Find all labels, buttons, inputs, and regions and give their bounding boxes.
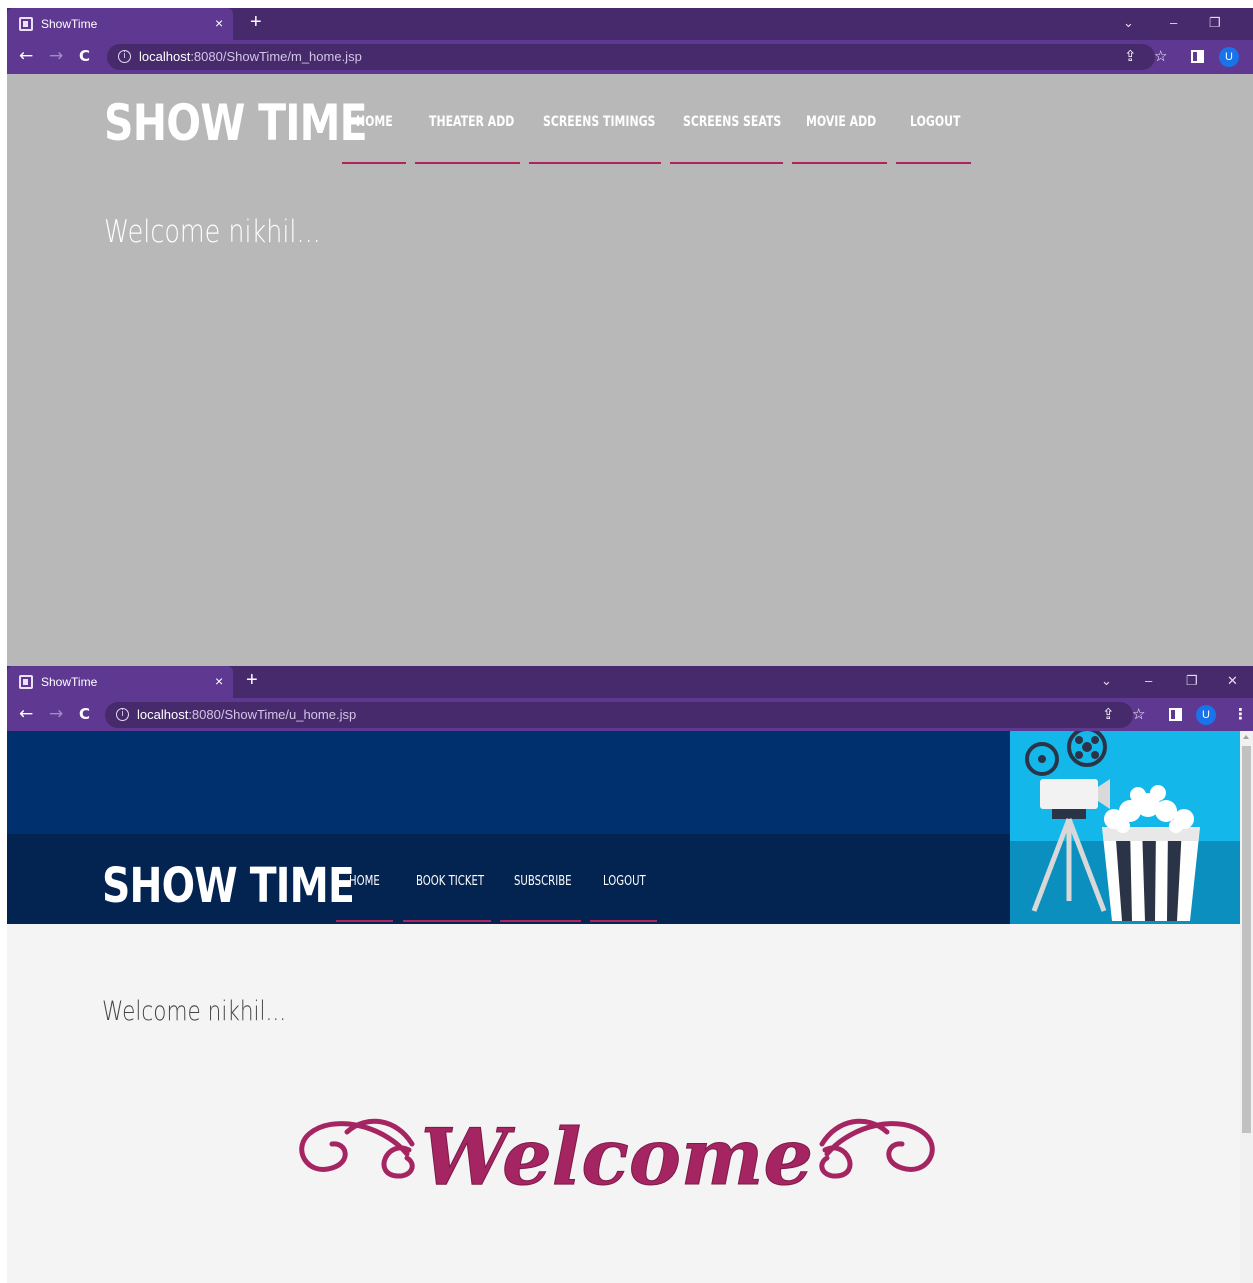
manager-browser-window: ShowTime × + ⌄ – ❐ ← → C i localhost:808… (7, 8, 1253, 666)
address-bar[interactable]: i localhost:8080/ShowTime/m_home.jsp (107, 44, 1155, 70)
forward-icon[interactable]: → (49, 704, 63, 724)
site-logo[interactable]: SHOW TIME (102, 858, 355, 914)
profile-avatar[interactable]: U (1219, 47, 1239, 67)
scroll-up-arrow-icon[interactable] (1243, 735, 1249, 739)
user-browser-window: ShowTime × + ⌄ – ❐ ✕ ← → C i localhost:8… (7, 666, 1253, 1283)
url-text[interactable]: localhost:8080/ShowTime/u_home.jsp (137, 707, 356, 722)
url-host: localhost (139, 49, 191, 64)
nav-logout[interactable]: LOGOUT (603, 874, 646, 889)
header-nav-band: SHOW TIME HOME BOOK TICKET SUBSCRIBE LOG… (7, 834, 1010, 924)
side-panel-icon[interactable] (1191, 50, 1204, 63)
tab-close-icon[interactable]: × (215, 15, 223, 31)
manager-page: SHOW TIME HOME THEATER ADD SCREENS TIMIN… (7, 74, 1253, 666)
user-page-body: Welcome nikhil... Welcome (7, 924, 1240, 1283)
tab-search-icon[interactable]: ⌄ (1101, 673, 1112, 689)
favicon-icon (19, 675, 33, 689)
new-tab-icon[interactable]: + (250, 11, 262, 34)
tab-search-icon[interactable]: ⌄ (1123, 15, 1134, 31)
back-icon[interactable]: ← (19, 46, 33, 66)
nav-underline (670, 162, 783, 164)
tab-showtime[interactable]: ShowTime × (7, 8, 233, 40)
browser-toolbar: ← → C i localhost:8080/ShowTime/m_home.j… (7, 40, 1253, 74)
url-host: localhost (137, 707, 189, 722)
header-top-band (7, 731, 1010, 834)
nav-underline (500, 920, 581, 922)
nav-underline (792, 162, 887, 164)
nav-subscribe[interactable]: SUBSCRIBE (514, 874, 572, 889)
welcome-script-text: Welcome (421, 1112, 813, 1203)
info-icon[interactable]: i (118, 50, 131, 63)
tab-strip: ShowTime × + ⌄ – ❐ (7, 8, 1253, 40)
nav-screens-timings[interactable]: SCREENS TIMINGS (543, 114, 655, 130)
url-path: :8080/ShowTime/u_home.jsp (188, 707, 357, 722)
nav-home[interactable]: HOME (356, 114, 393, 130)
profile-avatar[interactable]: U (1196, 705, 1216, 725)
nav-screens-seats[interactable]: SCREENS SEATS (683, 114, 781, 130)
flourish-left-icon (299, 1118, 415, 1179)
close-window-icon[interactable]: ✕ (1227, 673, 1238, 689)
menu-icon[interactable]: ⋮ (1233, 705, 1248, 723)
welcome-message: Welcome nikhil... (102, 996, 287, 1027)
nav-underline (403, 920, 491, 922)
page-scrollbar[interactable] (1240, 731, 1253, 1283)
nav-movie-add[interactable]: MOVIE ADD (806, 114, 876, 130)
favicon-icon (19, 17, 33, 31)
reload-icon[interactable]: C (79, 47, 90, 65)
nav-underline (342, 162, 406, 164)
restore-icon[interactable]: ❐ (1186, 673, 1198, 689)
minimize-icon[interactable]: – (1170, 15, 1177, 30)
tab-title: ShowTime (41, 17, 98, 31)
url-text[interactable]: localhost:8080/ShowTime/m_home.jsp (139, 49, 362, 64)
nav-underline (896, 162, 971, 164)
nav-home[interactable]: HOME (349, 874, 380, 889)
info-icon[interactable]: i (116, 708, 129, 721)
nav-book-ticket[interactable]: BOOK TICKET (416, 874, 484, 889)
bookmark-star-icon[interactable]: ☆ (1132, 705, 1145, 723)
side-panel-icon[interactable] (1169, 708, 1182, 721)
url-path: :8080/ShowTime/m_home.jsp (190, 49, 362, 64)
tab-title: ShowTime (41, 675, 98, 689)
new-tab-icon[interactable]: + (246, 669, 258, 692)
cinema-banner-image (1010, 731, 1240, 924)
share-icon[interactable]: ⇪ (1102, 705, 1115, 723)
welcome-message: Welcome nikhil... (104, 214, 321, 250)
browser-toolbar: ← → C i localhost:8080/ShowTime/u_home.j… (7, 698, 1253, 732)
flourish-right-icon (819, 1118, 935, 1179)
nav-theater-add[interactable]: THEATER ADD (429, 114, 514, 130)
restore-icon[interactable]: ❐ (1209, 15, 1221, 31)
address-bar[interactable]: i localhost:8080/ShowTime/u_home.jsp (105, 702, 1133, 728)
nav-underline (415, 162, 520, 164)
site-logo[interactable]: SHOW TIME (104, 94, 368, 152)
nav-underline (590, 920, 657, 922)
tab-close-icon[interactable]: × (215, 673, 223, 689)
welcome-script-graphic: Welcome (299, 1112, 935, 1204)
tab-strip: ShowTime × + ⌄ – ❐ ✕ (7, 666, 1253, 698)
minimize-icon[interactable]: – (1145, 673, 1152, 688)
tab-showtime[interactable]: ShowTime × (7, 666, 233, 698)
reload-icon[interactable]: C (79, 705, 90, 723)
nav-logout[interactable]: LOGOUT (910, 114, 960, 130)
forward-icon[interactable]: → (49, 46, 63, 66)
nav-underline (336, 920, 393, 922)
nav-underline (529, 162, 661, 164)
bookmark-star-icon[interactable]: ☆ (1154, 47, 1167, 65)
back-icon[interactable]: ← (19, 704, 33, 724)
share-icon[interactable]: ⇪ (1124, 47, 1137, 65)
scrollbar-thumb[interactable] (1242, 746, 1251, 1133)
film-camera-popcorn-icon (1010, 731, 1240, 924)
